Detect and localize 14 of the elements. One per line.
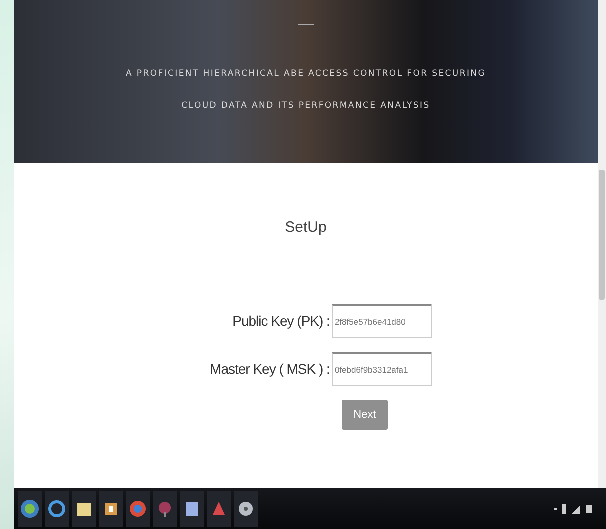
setup-heading: SetUp: [285, 219, 327, 236]
start-orb-icon[interactable]: [20, 498, 40, 518]
field-label: Master Key ( MSK ) :: [210, 361, 330, 377]
next-button[interactable]: Next: [342, 400, 388, 430]
banner-title: A PROFICIENT HIERARCHICAL ABE ACCESS CONTROL FOR SECURING: [126, 69, 486, 79]
document-icon[interactable]: [183, 500, 201, 518]
tray-icons[interactable]: [554, 502, 594, 514]
scrollbar[interactable]: [598, 0, 606, 488]
key-field[interactable]: 2f8f5e57b6e41d80: [332, 304, 432, 338]
key-field[interactable]: 0febd6f9b3312afa1: [332, 352, 432, 386]
disc-icon[interactable]: [237, 500, 255, 518]
banner-title: CLOUD DATA AND ITS PERFORMANCE ANALYSIS: [182, 101, 430, 111]
field-label: Public Key (PK) :: [232, 313, 330, 329]
paint-icon[interactable]: [210, 500, 228, 518]
